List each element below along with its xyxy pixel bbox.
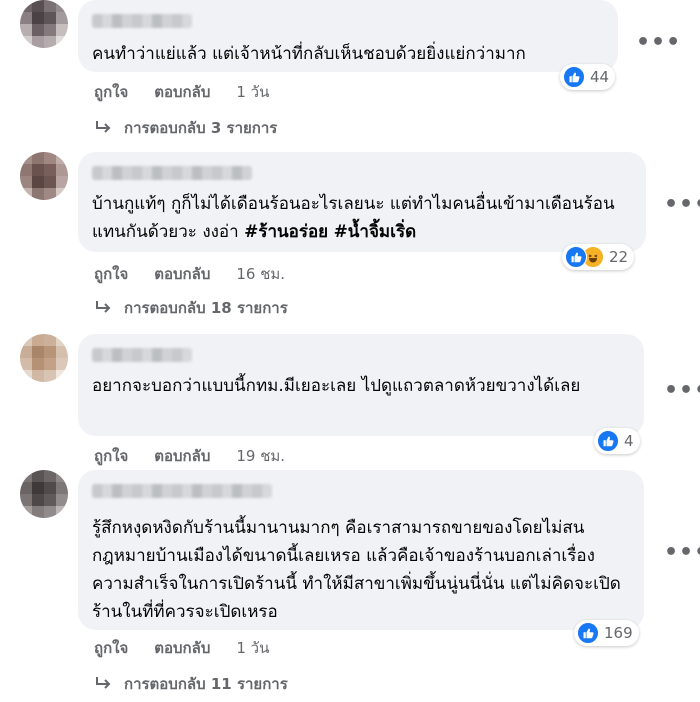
more-horizontal-icon[interactable]: •••: [664, 542, 700, 564]
comment-actions: ถูกใจ ตอบกลับ 16 ชม.: [94, 262, 285, 286]
reaction-summary[interactable]: 44: [560, 64, 616, 90]
view-replies-link[interactable]: การตอบกลับ 11 รายการ: [94, 672, 288, 696]
comment-bubble: บ้านกูแท้ๆ กูก็ไม่ได้เดือนร้อนอะไรเลยนะ …: [78, 152, 646, 252]
comment-text: อยากจะบอกว่าแบบนี้กทม.มีเยอะเลย ไปดูแถวต…: [92, 376, 581, 396]
more-horizontal-icon[interactable]: •••: [636, 32, 681, 54]
reply-link[interactable]: ตอบกลับ: [154, 262, 210, 286]
more-horizontal-icon[interactable]: •••: [664, 194, 700, 216]
comment-text: บ้านกูแท้ๆ กูก็ไม่ได้เดือนร้อนอะไรเลยนะ …: [92, 190, 632, 246]
comment-actions: ถูกใจ ตอบกลับ 1 วัน: [94, 636, 269, 660]
like-reaction-icon: [577, 622, 599, 644]
comment-actions: ถูกใจ ตอบกลับ 19 ชม.: [94, 444, 285, 468]
avatar[interactable]: [20, 152, 68, 200]
reply-arrow-icon: [96, 301, 111, 313]
reaction-count: 44: [590, 68, 610, 86]
comment-bubble: คนทำว่าแย่แล้ว แต่เจ้าหน้าที่กลับเห็นชอบ…: [78, 0, 618, 72]
commenter-name-blurred[interactable]: [92, 484, 272, 498]
avatar[interactable]: [20, 334, 68, 382]
replies-count-label: การตอบกลับ 11 รายการ: [124, 675, 288, 693]
like-reaction-icon: [597, 430, 619, 452]
timestamp[interactable]: 1 วัน: [236, 80, 269, 104]
reply-link[interactable]: ตอบกลับ: [154, 80, 210, 104]
like-link[interactable]: ถูกใจ: [94, 444, 128, 468]
reaction-count: 4: [624, 432, 634, 450]
comment-text: รู้สึกหงุดหงิดกับร้านนี้มานานมากๆ คือเรา…: [92, 518, 621, 622]
replies-count-label: การตอบกลับ 3 รายการ: [124, 119, 278, 137]
hashtag-link[interactable]: #น้ำจิ้มเริ่ด: [334, 222, 417, 242]
reply-link[interactable]: ตอบกลับ: [154, 444, 210, 468]
view-replies-link[interactable]: การตอบกลับ 18 รายการ: [94, 296, 288, 320]
like-reaction-icon: [563, 66, 585, 88]
like-link[interactable]: ถูกใจ: [94, 80, 128, 104]
commenter-name-blurred[interactable]: [92, 348, 192, 362]
comment-text: คนทำว่าแย่แล้ว แต่เจ้าหน้าที่กลับเห็นชอบ…: [92, 44, 526, 64]
like-link[interactable]: ถูกใจ: [94, 262, 128, 286]
commenter-name-blurred[interactable]: [92, 166, 252, 180]
reply-arrow-icon: [96, 677, 111, 689]
comment-bubble: อยากจะบอกว่าแบบนี้กทม.มีเยอะเลย ไปดูแถวต…: [78, 334, 644, 436]
comment-actions: ถูกใจ ตอบกลับ 1 วัน: [94, 80, 269, 104]
reply-arrow-icon: [96, 121, 111, 133]
like-reaction-icon: [565, 246, 587, 268]
timestamp[interactable]: 19 ชม.: [236, 444, 285, 468]
view-replies-link[interactable]: การตอบกลับ 3 รายการ: [94, 116, 277, 140]
timestamp[interactable]: 16 ชม.: [236, 262, 285, 286]
reaction-count: 22: [609, 248, 629, 266]
commenter-name-blurred[interactable]: [92, 14, 192, 28]
reaction-summary[interactable]: 169: [574, 620, 639, 646]
timestamp[interactable]: 1 วัน: [236, 636, 269, 660]
avatar[interactable]: [20, 0, 68, 48]
reply-link[interactable]: ตอบกลับ: [154, 636, 210, 660]
comment-bubble: รู้สึกหงุดหงิดกับร้านนี้มานานมากๆ คือเรา…: [78, 470, 644, 630]
like-link[interactable]: ถูกใจ: [94, 636, 128, 660]
reaction-summary[interactable]: 22: [562, 244, 635, 270]
reaction-count: 169: [604, 624, 633, 642]
more-horizontal-icon[interactable]: •••: [664, 380, 700, 402]
avatar[interactable]: [20, 470, 68, 518]
reaction-summary[interactable]: 4: [594, 428, 640, 454]
replies-count-label: การตอบกลับ 18 รายการ: [124, 299, 288, 317]
hashtag-link[interactable]: #ร้านอร่อย: [244, 222, 328, 242]
